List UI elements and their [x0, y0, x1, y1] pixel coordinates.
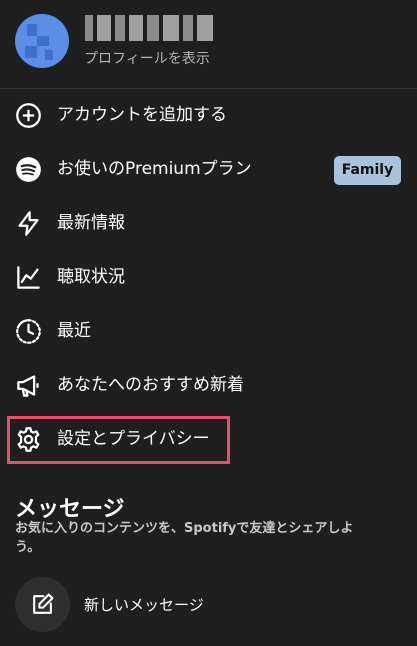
menu-item-whats-new[interactable]: 最新情報 — [0, 196, 417, 250]
menu-item-listening-stats[interactable]: 聴取状況 — [0, 250, 417, 304]
menu-item-label: 最近 — [57, 321, 91, 341]
megaphone-icon — [15, 372, 42, 399]
menu-item-premium-plan[interactable]: お使いのPremiumプラン Family — [0, 142, 417, 196]
new-message-button[interactable]: 新しいメッセージ — [0, 575, 417, 633]
menu-item-label: アカウントを追加する — [57, 105, 227, 125]
menu-item-label: お使いのPremiumプラン — [57, 159, 252, 179]
menu-item-recommendations[interactable]: あなたへのおすすめ新着 — [0, 358, 417, 412]
menu-item-add-account[interactable]: アカウントを追加する — [0, 88, 417, 142]
compose-button-circle[interactable] — [15, 577, 70, 632]
menu-item-label: 最新情報 — [57, 213, 125, 233]
chart-icon — [15, 264, 42, 291]
compose-icon — [33, 593, 54, 614]
view-profile-link[interactable]: プロフィールを表示 — [84, 48, 210, 68]
new-message-label: 新しいメッセージ — [84, 596, 204, 614]
lightning-icon — [15, 210, 42, 237]
menu-item-recent[interactable]: 最近 — [0, 304, 417, 358]
plus-circle-icon — [15, 102, 42, 129]
spotify-icon — [15, 156, 42, 183]
family-badge: Family — [334, 156, 401, 185]
highlight-box — [7, 416, 230, 464]
avatar[interactable] — [15, 14, 69, 68]
history-icon — [15, 318, 42, 345]
menu-item-label: 聴取状況 — [57, 267, 125, 287]
menu-item-label: あなたへのおすすめ新着 — [57, 375, 244, 395]
messages-description: お気に入りのコンテンツを、Spotifyで友達とシェアしよう。 — [15, 521, 354, 555]
profile-name-redacted — [85, 15, 213, 41]
profile-header[interactable]: プロフィールを表示 — [0, 0, 417, 88]
